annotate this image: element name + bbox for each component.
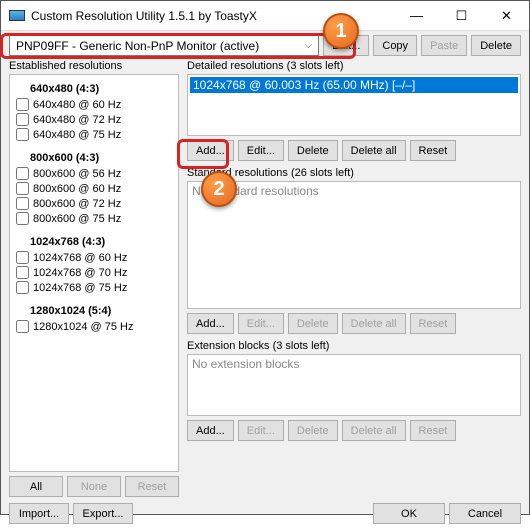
detailed-list[interactable]: 1024x768 @ 60.003 Hz (65.00 MHz) [–/–] xyxy=(187,74,521,136)
resolution-checkbox[interactable] xyxy=(16,281,29,294)
extension-delete-button[interactable]: Delete xyxy=(288,420,338,441)
standard-add-button[interactable]: Add... xyxy=(187,313,234,334)
window-buttons: — ☐ ✕ xyxy=(394,1,529,30)
detailed-edit-button[interactable]: Edit... xyxy=(238,140,284,161)
standard-delete-button[interactable]: Delete xyxy=(288,313,338,334)
extension-label: Extension blocks (3 slots left) xyxy=(187,340,521,352)
detailed-deleteall-button[interactable]: Delete all xyxy=(342,140,406,161)
right-column: Detailed resolutions (3 slots left) 1024… xyxy=(187,60,521,497)
resolution-label: 1024x768 @ 75 Hz xyxy=(33,282,127,294)
resolution-label: 800x600 @ 56 Hz xyxy=(33,168,121,180)
delete-monitor-button[interactable]: Delete xyxy=(471,35,521,56)
resolution-group-header: 1280x1024 (5:4) xyxy=(16,301,172,319)
close-button[interactable]: ✕ xyxy=(484,1,529,30)
resolution-checkbox[interactable] xyxy=(16,197,29,210)
import-button[interactable]: Import... xyxy=(9,503,69,524)
standard-deleteall-button[interactable]: Delete all xyxy=(342,313,406,334)
all-button[interactable]: All xyxy=(9,476,63,497)
resolution-group-header: 640x480 (4:3) xyxy=(16,79,172,97)
resolution-item[interactable]: 800x600 @ 56 Hz xyxy=(16,166,172,181)
left-column: Established resolutions 640x480 (4:3)640… xyxy=(9,60,179,497)
standard-list[interactable]: No standard resolutions xyxy=(187,181,521,309)
resolution-checkbox[interactable] xyxy=(16,113,29,126)
resolution-label: 800x600 @ 60 Hz xyxy=(33,183,121,195)
bottom-row: Import... Export... OK Cancel xyxy=(9,503,521,524)
paste-button[interactable]: Paste xyxy=(421,35,467,56)
extension-add-button[interactable]: Add... xyxy=(187,420,234,441)
resolution-checkbox[interactable] xyxy=(16,251,29,264)
extension-buttons: Add... Edit... Delete Delete all Reset xyxy=(187,420,521,441)
resolution-item[interactable]: 640x480 @ 72 Hz xyxy=(16,112,172,127)
callout-2: 2 xyxy=(201,171,237,207)
resolution-item[interactable]: 1280x1024 @ 75 Hz xyxy=(16,319,172,334)
standard-buttons: Add... Edit... Delete Delete all Reset xyxy=(187,313,521,334)
resolution-item[interactable]: 1024x768 @ 75 Hz xyxy=(16,280,172,295)
resolution-item[interactable]: 640x480 @ 75 Hz xyxy=(16,127,172,142)
top-row: PNP09FF - Generic Non-PnP Monitor (activ… xyxy=(9,35,521,56)
columns: Established resolutions 640x480 (4:3)640… xyxy=(9,60,521,497)
resolution-checkbox[interactable] xyxy=(16,128,29,141)
resolution-checkbox[interactable] xyxy=(16,167,29,180)
established-buttons: All None Reset xyxy=(9,476,179,497)
resolution-checkbox[interactable] xyxy=(16,320,29,333)
resolution-checkbox[interactable] xyxy=(16,98,29,111)
extension-list[interactable]: No extension blocks xyxy=(187,354,521,416)
resolution-item[interactable]: 1024x768 @ 60 Hz xyxy=(16,250,172,265)
spacer xyxy=(137,503,369,524)
established-list: 640x480 (4:3) 640x480 @ 60 Hz 640x480 @ 72… xyxy=(9,74,179,472)
minimize-button[interactable]: — xyxy=(394,1,439,30)
detailed-buttons: Add... Edit... Delete Delete all Reset xyxy=(187,140,521,161)
resolution-item[interactable]: 800x600 @ 60 Hz xyxy=(16,181,172,196)
resolution-checkbox[interactable] xyxy=(16,266,29,279)
app-window: Custom Resolution Utility 1.5.1 by Toast… xyxy=(0,0,530,515)
resolution-item[interactable]: 800x600 @ 75 Hz xyxy=(16,211,172,226)
resolution-checkbox[interactable] xyxy=(16,212,29,225)
detailed-add-button[interactable]: Add... xyxy=(187,140,234,161)
established-reset-button[interactable]: Reset xyxy=(125,476,179,497)
callout-1: 1 xyxy=(323,13,359,49)
monitor-selected-text: PNP09FF - Generic Non-PnP Monitor (activ… xyxy=(16,39,259,53)
resolution-label: 640x480 @ 60 Hz xyxy=(33,99,121,111)
app-icon xyxy=(9,10,25,21)
resolution-group-header: 1024x768 (4:3) xyxy=(16,232,172,250)
resolution-label: 800x600 @ 75 Hz xyxy=(33,213,121,225)
detailed-label: Detailed resolutions (3 slots left) xyxy=(187,60,521,72)
extension-reset-button[interactable]: Reset xyxy=(410,420,457,441)
detailed-delete-button[interactable]: Delete xyxy=(288,140,338,161)
resolution-checkbox[interactable] xyxy=(16,182,29,195)
export-button[interactable]: Export... xyxy=(73,503,133,524)
maximize-button[interactable]: ☐ xyxy=(439,1,484,30)
established-label: Established resolutions xyxy=(9,60,179,72)
detailed-item-selected[interactable]: 1024x768 @ 60.003 Hz (65.00 MHz) [–/–] xyxy=(190,77,518,93)
resolution-label: 640x480 @ 72 Hz xyxy=(33,114,121,126)
titlebar: Custom Resolution Utility 1.5.1 by Toast… xyxy=(1,1,529,31)
extension-edit-button[interactable]: Edit... xyxy=(238,420,284,441)
standard-reset-button[interactable]: Reset xyxy=(410,313,457,334)
resolution-group-header: 800x600 (4:3) xyxy=(16,148,172,166)
copy-button[interactable]: Copy xyxy=(373,35,417,56)
chevron-down-icon: ⌵ xyxy=(305,40,313,51)
resolution-label: 1024x768 @ 60 Hz xyxy=(33,252,127,264)
extension-empty-text: No extension blocks xyxy=(192,357,299,371)
resolution-label: 800x600 @ 72 Hz xyxy=(33,198,121,210)
resolution-label: 1024x768 @ 70 Hz xyxy=(33,267,127,279)
monitor-dropdown[interactable]: PNP09FF - Generic Non-PnP Monitor (activ… xyxy=(9,35,319,56)
resolution-item[interactable]: 800x600 @ 72 Hz xyxy=(16,196,172,211)
resolution-item[interactable]: 640x480 @ 60 Hz xyxy=(16,97,172,112)
detailed-reset-button[interactable]: Reset xyxy=(410,140,457,161)
cancel-button[interactable]: Cancel xyxy=(449,503,521,524)
resolution-item[interactable]: 1024x768 @ 70 Hz xyxy=(16,265,172,280)
content: 1 PNP09FF - Generic Non-PnP Monitor (act… xyxy=(1,31,529,532)
resolution-label: 640x480 @ 75 Hz xyxy=(33,129,121,141)
none-button[interactable]: None xyxy=(67,476,121,497)
ok-button[interactable]: OK xyxy=(373,503,445,524)
standard-edit-button[interactable]: Edit... xyxy=(238,313,284,334)
extension-deleteall-button[interactable]: Delete all xyxy=(342,420,406,441)
resolution-label: 1280x1024 @ 75 Hz xyxy=(33,321,133,333)
standard-label: Standard resolutions (26 slots left) xyxy=(187,167,521,179)
